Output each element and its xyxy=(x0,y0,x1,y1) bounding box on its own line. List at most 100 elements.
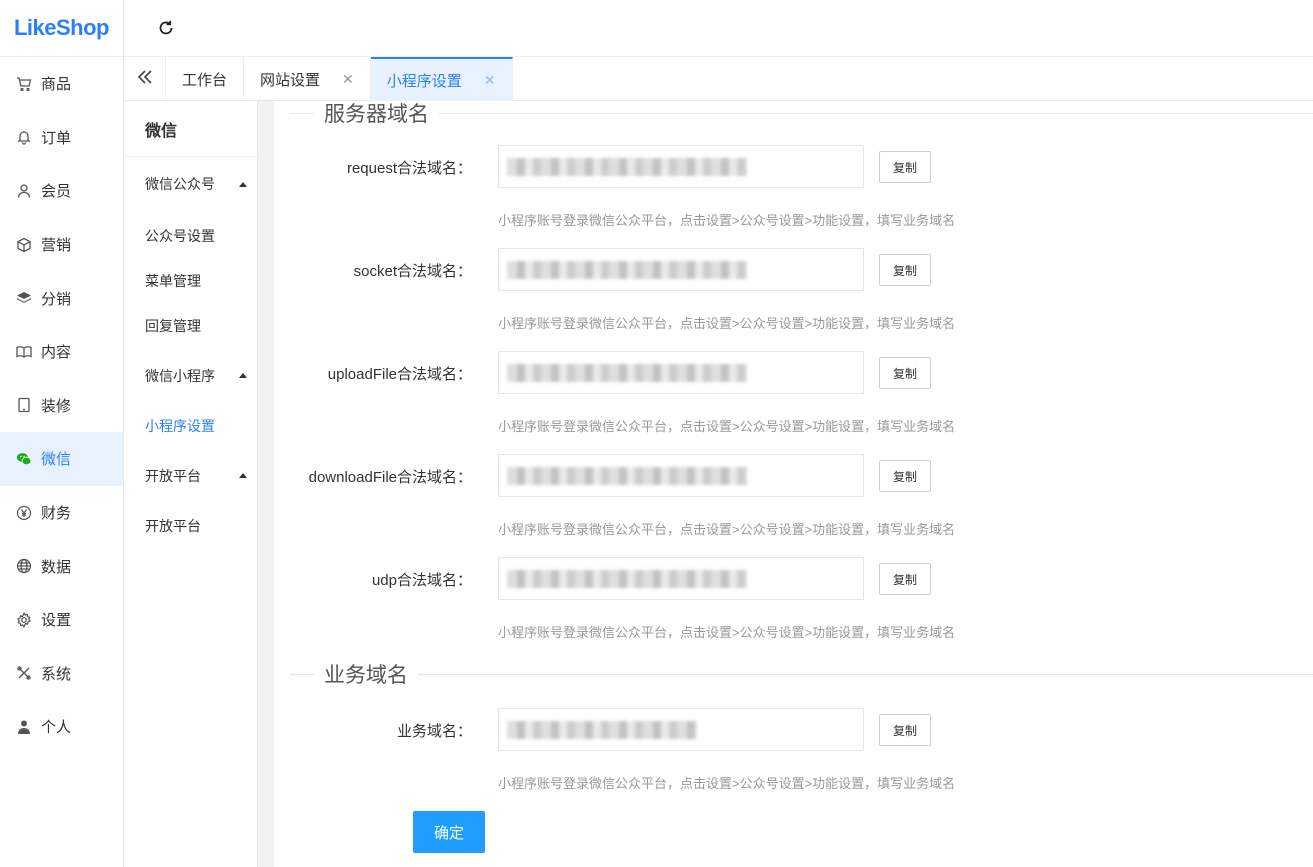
close-icon[interactable]: ✕ xyxy=(342,71,354,88)
main-sidebar: LikeShop 商品 订单 会员 营销 分销 内容 装修 微信 财务 数据 设… xyxy=(0,0,124,867)
udp-domain-input[interactable] xyxy=(498,557,864,600)
sidebar-item-label: 数据 xyxy=(41,558,72,576)
field-label: 业务域名： xyxy=(396,723,472,740)
section-server-domain: 服务器域名 xyxy=(290,98,1313,128)
copy-button[interactable]: 复制 xyxy=(879,254,931,286)
sidebar-item-settings[interactable]: 设置 xyxy=(0,593,123,647)
field-hint: 小程序账号登录微信公众平台，点击设置>公众号设置>功能设置，填写业务域名 xyxy=(498,776,956,791)
globe-icon xyxy=(16,558,32,574)
tab-label: 小程序设置 xyxy=(386,72,462,90)
subnav-group-label: 开放平台 xyxy=(145,467,201,484)
redacted-value xyxy=(507,721,697,739)
field-label: uploadFile合法域名： xyxy=(327,366,472,383)
collapse-sidebar-button[interactable] xyxy=(124,57,166,101)
sidebar-item-label: 系统 xyxy=(41,665,72,683)
caret-up-icon xyxy=(239,181,247,187)
form-row-uploadfile-domain: uploadFile合法域名： 复制 xyxy=(274,351,1313,395)
sidebar-item-label: 设置 xyxy=(41,612,72,630)
tablet-icon xyxy=(16,397,32,413)
sidebar-item-decoration[interactable]: 装修 xyxy=(0,379,123,433)
sidebar-item-label: 内容 xyxy=(41,344,72,362)
uploadfile-domain-input[interactable] xyxy=(498,351,864,394)
subnav-item-open-platform[interactable]: 开放平台 xyxy=(124,503,257,548)
subnav-group-open-platform[interactable]: 开放平台 xyxy=(124,448,257,503)
sidebar-item-label: 个人 xyxy=(41,719,72,737)
field-hint: 小程序账号登录微信公众平台，点击设置>公众号设置>功能设置，填写业务域名 xyxy=(498,625,956,640)
logo[interactable]: LikeShop xyxy=(0,0,123,57)
tab-workbench[interactable]: 工作台 xyxy=(166,57,245,101)
form-row-business-domain: 业务域名： 复制 xyxy=(274,708,1313,752)
sidebar-item-members[interactable]: 会员 xyxy=(0,164,123,218)
gear-icon xyxy=(16,611,32,628)
main-nav: 商品 订单 会员 营销 分销 内容 装修 微信 财务 数据 设置 系统 个人 xyxy=(0,57,123,754)
field-hint: 小程序账号登录微信公众平台，点击设置>公众号设置>功能设置，填写业务域名 xyxy=(498,316,956,331)
form-row-socket-domain: socket合法域名： 复制 xyxy=(274,248,1313,292)
wechat-subnav: 微信 微信公众号 公众号设置 菜单管理 回复管理 微信小程序 小程序设置 开放平… xyxy=(124,101,258,867)
sidebar-item-goods[interactable]: 商品 xyxy=(0,57,123,111)
sidebar-item-wechat[interactable]: 微信 xyxy=(0,432,123,486)
person-icon xyxy=(16,719,32,735)
copy-button[interactable]: 复制 xyxy=(879,563,931,595)
section-title: 服务器域名 xyxy=(324,103,429,126)
subnav-title: 微信 xyxy=(124,101,257,157)
top-bar xyxy=(124,0,1313,57)
subnav-item-menu-management[interactable]: 菜单管理 xyxy=(124,258,257,303)
wechat-icon xyxy=(16,451,32,467)
settings-panel: 服务器域名 request合法域名： 复制 小程序账号登录微信公众平台，点击设置… xyxy=(274,101,1313,867)
copy-button[interactable]: 复制 xyxy=(879,357,931,389)
copy-button[interactable]: 复制 xyxy=(879,151,931,183)
cube-icon xyxy=(16,237,32,253)
bell-icon xyxy=(16,129,32,145)
form-row-downloadfile-domain: downloadFile合法域名： 复制 xyxy=(274,454,1313,498)
subnav-group-label: 微信公众号 xyxy=(145,176,215,192)
layers-icon xyxy=(16,290,32,306)
sidebar-item-marketing[interactable]: 营销 xyxy=(0,218,123,272)
sidebar-item-finance[interactable]: 财务 xyxy=(0,486,123,540)
tab-label: 网站设置 xyxy=(260,71,321,89)
field-label: downloadFile合法域名： xyxy=(308,469,472,486)
book-icon xyxy=(16,344,32,360)
sidebar-item-content[interactable]: 内容 xyxy=(0,325,123,379)
sidebar-item-label: 装修 xyxy=(41,397,72,415)
tab-site-settings[interactable]: 网站设置 ✕ xyxy=(244,57,371,101)
sidebar-item-label: 微信 xyxy=(41,451,72,469)
sidebar-item-label: 分销 xyxy=(41,290,72,308)
business-domain-input[interactable] xyxy=(498,708,864,751)
field-label: socket合法域名： xyxy=(353,263,472,280)
redacted-value xyxy=(507,158,747,176)
caret-up-icon xyxy=(239,473,247,478)
sidebar-item-distribution[interactable]: 分销 xyxy=(0,271,123,325)
downloadfile-domain-input[interactable] xyxy=(498,454,864,497)
redacted-value xyxy=(507,261,747,279)
sidebar-item-personal[interactable]: 个人 xyxy=(0,700,123,754)
sidebar-item-orders[interactable]: 订单 xyxy=(0,111,123,165)
logo-text: LikeShop xyxy=(13,15,110,40)
socket-domain-input[interactable] xyxy=(498,248,864,291)
tab-miniprogram-settings[interactable]: 小程序设置 ✕ xyxy=(370,57,513,101)
subnav-item-reply-management[interactable]: 回复管理 xyxy=(124,303,257,348)
copy-button[interactable]: 复制 xyxy=(879,460,931,492)
refresh-icon[interactable] xyxy=(156,18,176,38)
tab-label: 工作台 xyxy=(182,71,228,89)
form-row-udp-domain: udp合法域名： 复制 xyxy=(274,557,1313,601)
subnav-group-label: 微信小程序 xyxy=(145,367,215,384)
tools-icon xyxy=(16,665,32,681)
close-icon[interactable]: ✕ xyxy=(484,72,496,89)
subnav-group-miniprogram[interactable]: 微信小程序 xyxy=(124,348,257,403)
subnav-item-official-account-settings[interactable]: 公众号设置 xyxy=(124,213,257,258)
section-title: 业务域名 xyxy=(324,664,408,687)
field-label: udp合法域名： xyxy=(371,572,472,589)
main-content: 服务器域名 request合法域名： 复制 小程序账号登录微信公众平台，点击设置… xyxy=(258,101,1313,867)
tabs-bar: 工作台 网站设置 ✕ 小程序设置 ✕ xyxy=(124,57,1313,101)
sidebar-item-label: 营销 xyxy=(41,237,72,255)
sidebar-item-system[interactable]: 系统 xyxy=(0,647,123,701)
request-domain-input[interactable] xyxy=(498,145,864,188)
form-row-request-domain: request合法域名： 复制 xyxy=(274,145,1313,189)
redacted-value xyxy=(507,467,747,485)
subnav-group-official-account[interactable]: 微信公众号 xyxy=(124,161,257,207)
confirm-button[interactable]: 确定 xyxy=(413,811,485,853)
cart-icon xyxy=(16,76,32,92)
copy-button[interactable]: 复制 xyxy=(879,714,931,746)
sidebar-item-data[interactable]: 数据 xyxy=(0,539,123,593)
subnav-item-miniprogram-settings[interactable]: 小程序设置 xyxy=(124,403,257,448)
